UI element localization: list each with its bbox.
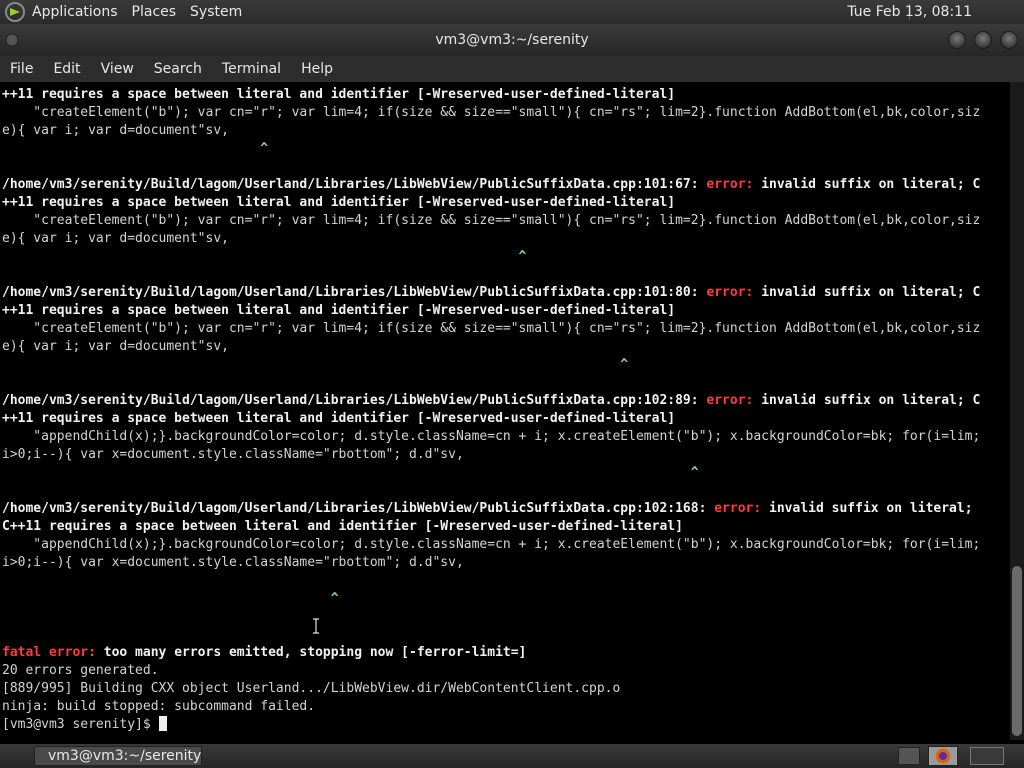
tray-terminal-icon[interactable]	[898, 747, 920, 765]
terminal-line: [889/995] Building CXX object Userland..…	[2, 681, 621, 696]
error-location: /home/vm3/serenity/Build/lagom/Userland/…	[2, 177, 707, 192]
error-label: fatal error:	[2, 645, 96, 660]
terminal-line-caret: ^	[2, 465, 699, 480]
terminal-line: "createElement("b"); var cn="r"; var lim…	[2, 213, 981, 228]
shell-prompt: [vm3@vm3 serenity]$	[2, 716, 167, 734]
terminal-line: i>0;i--){ var x=document.style.className…	[2, 447, 464, 462]
terminal-line: 20 errors generated.	[2, 663, 159, 678]
error-message: invalid suffix on literal; C	[753, 393, 981, 408]
minimize-button[interactable]	[948, 31, 966, 49]
window-title: vm3@vm3:~/serenity	[435, 32, 589, 48]
clock[interactable]: Tue Feb 13, 08:11	[847, 0, 972, 24]
terminal-line-caret: ^	[2, 141, 269, 156]
terminal-line: "appendChild(x);}.backgroundColor=color;…	[2, 429, 981, 444]
terminal-line-diagnostic: C++11 requires a space between literal a…	[2, 519, 683, 534]
terminal-line-caret: ^	[2, 591, 339, 606]
maximize-button[interactable]	[974, 31, 992, 49]
menu-edit[interactable]: Edit	[43, 56, 90, 82]
terminal-line-diagnostic: ++11 requires a space between literal an…	[2, 303, 676, 318]
terminal-line-diagnostic: ++11 requires a space between literal an…	[2, 411, 676, 426]
firefox-icon[interactable]	[928, 746, 958, 766]
menu-applications[interactable]: Applications	[32, 0, 118, 24]
terminal-line-caret: ^	[2, 357, 629, 372]
error-message: invalid suffix on literal; C	[753, 177, 981, 192]
terminal-line: ninja: build stopped: subcommand failed.	[2, 699, 316, 714]
terminal-scrollbar[interactable]	[1010, 82, 1024, 740]
terminal-line-caret: ^	[2, 249, 527, 264]
error-message: invalid suffix on literal;	[761, 501, 973, 516]
workspace-switcher[interactable]	[970, 747, 1004, 765]
terminal-line-diagnostic: ++11 requires a space between literal an…	[2, 195, 676, 210]
menu-help[interactable]: Help	[291, 56, 343, 82]
taskbar-window-button[interactable]: vm3@vm3:~/serenity	[34, 746, 202, 766]
menubar: File Edit View Search Terminal Help	[0, 56, 1024, 82]
window-menu-icon[interactable]	[4, 33, 20, 47]
applications-logo-icon[interactable]	[4, 1, 26, 23]
error-label: error:	[706, 285, 754, 300]
menu-search[interactable]: Search	[144, 56, 212, 82]
menu-system[interactable]: System	[190, 0, 242, 24]
error-label: error:	[714, 501, 762, 516]
error-message: too many errors emitted, stopping now [-…	[95, 645, 527, 660]
terminal-line: i>0;i--){ var x=document.style.className…	[2, 555, 464, 570]
terminal-cursor[interactable]	[158, 716, 167, 731]
menu-places[interactable]: Places	[132, 0, 177, 24]
error-label: error:	[706, 393, 754, 408]
bottom-taskbar: vm3@vm3:~/serenity	[0, 744, 1024, 768]
terminal-line-error: /home/vm3/serenity/Build/lagom/Userland/…	[2, 284, 980, 302]
close-button[interactable]	[1000, 31, 1018, 49]
terminal-line: e){ var i; var d=document"sv,	[2, 231, 229, 246]
error-label: error:	[706, 177, 754, 192]
terminal-line: "appendChild(x);}.backgroundColor=color;…	[2, 537, 981, 552]
terminal-line: e){ var i; var d=document"sv,	[2, 339, 229, 354]
terminal-line: e){ var i; var d=document"sv,	[2, 123, 229, 138]
prompt-text: [vm3@vm3 serenity]$	[2, 717, 159, 732]
error-location: /home/vm3/serenity/Build/lagom/Userland/…	[2, 393, 707, 408]
menu-file[interactable]: File	[0, 56, 43, 82]
terminal-line-fatal-error: fatal error: too many errors emitted, st…	[2, 644, 526, 662]
terminal-line: "createElement("b"); var cn="r"; var lim…	[2, 321, 981, 336]
error-location: /home/vm3/serenity/Build/lagom/Userland/…	[2, 501, 715, 516]
terminal-line-error: /home/vm3/serenity/Build/lagom/Userland/…	[2, 176, 980, 194]
error-location: /home/vm3/serenity/Build/lagom/Userland/…	[2, 285, 707, 300]
text-cursor-ibeam-icon	[313, 618, 319, 634]
top-panel: Applications Places System Tue Feb 13, 0…	[0, 0, 1024, 24]
menu-view[interactable]: View	[91, 56, 144, 82]
terminal-line-diagnostic: ++11 requires a space between literal an…	[2, 87, 676, 102]
terminal-line-error: /home/vm3/serenity/Build/lagom/Userland/…	[2, 392, 980, 410]
terminal-line-error: /home/vm3/serenity/Build/lagom/Userland/…	[2, 500, 973, 518]
taskbar-window-label: vm3@vm3:~/serenity	[48, 748, 202, 764]
scrollbar-thumb[interactable]	[1012, 566, 1022, 736]
window-titlebar[interactable]: vm3@vm3:~/serenity	[0, 24, 1024, 56]
error-message: invalid suffix on literal; C	[753, 285, 981, 300]
menu-terminal[interactable]: Terminal	[212, 56, 291, 82]
terminal-line: "createElement("b"); var cn="r"; var lim…	[2, 105, 981, 120]
terminal-output[interactable]: ++11 requires a space between literal an…	[0, 82, 1010, 740]
